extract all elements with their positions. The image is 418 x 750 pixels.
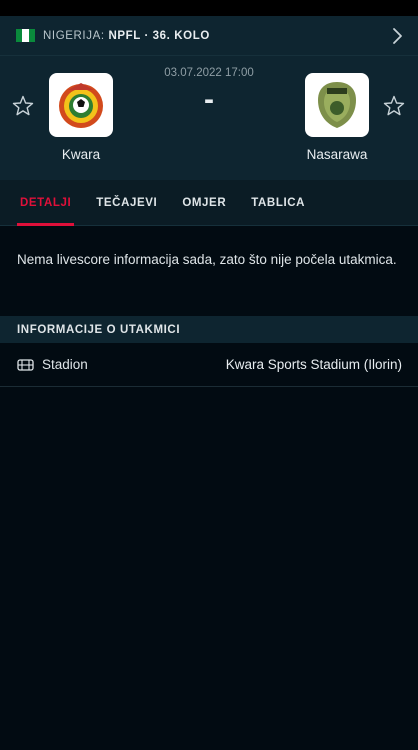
nigeria-flag-icon xyxy=(16,29,35,42)
stadium-label: Stadion xyxy=(42,357,88,372)
stadium-icon xyxy=(17,358,34,371)
tab-head-to-head[interactable]: OMJER xyxy=(182,180,226,226)
league-title: NIGERIJA: NPFL · 36. KOLO xyxy=(43,30,210,42)
league-competition: NPFL · 36. KOLO xyxy=(108,29,210,42)
match-info-header: INFORMACIJE O UTAKMICI xyxy=(0,316,418,343)
favorite-star-icon-away[interactable] xyxy=(382,94,406,118)
tab-bar: DETALJI TEČAJEVI OMJER TABLICA xyxy=(0,180,418,226)
chevron-right-icon[interactable] xyxy=(390,27,404,45)
tab-details[interactable]: DETALJI xyxy=(16,180,75,226)
match-header: 03.07.2022 17:00 - Kwara Nasarawa xyxy=(0,56,418,180)
away-team-name[interactable]: Nasarawa xyxy=(277,147,397,162)
no-livescore-message: Nema livescore informacija sada, zato št… xyxy=(17,252,397,267)
stadium-value: Kwara Sports Stadium (Ilorin) xyxy=(225,357,402,372)
league-bar[interactable]: NIGERIJA: NPFL · 36. KOLO xyxy=(0,16,418,56)
home-team-name[interactable]: Kwara xyxy=(21,147,141,162)
away-team-logo[interactable] xyxy=(305,73,369,137)
tab-standings[interactable]: TABLICA xyxy=(251,180,305,226)
tab-odds[interactable]: TEČAJEVI xyxy=(96,180,157,226)
nasarawa-crest-icon xyxy=(318,82,356,128)
status-strip xyxy=(0,0,418,16)
league-country: NIGERIJA: xyxy=(43,29,105,42)
stadium-row: Stadion Kwara Sports Stadium (Ilorin) xyxy=(0,343,418,387)
